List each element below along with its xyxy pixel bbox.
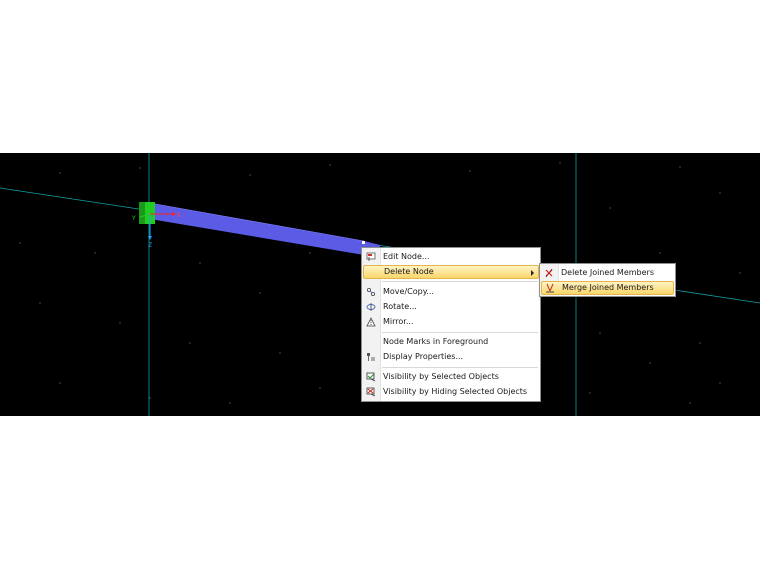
menu-item-label: Delete Node: [384, 267, 434, 276]
menu-item-label: Node Marks in Foreground: [383, 337, 489, 346]
menu-item-edit-node[interactable]: Edit Node...: [363, 250, 539, 264]
menu-separator: [382, 367, 538, 368]
menu-item-label: Move/Copy...: [383, 287, 434, 296]
menu-item-visibility-selected[interactable]: Visibility by Selected Objects: [363, 370, 539, 384]
delete-joined-members-icon: [545, 268, 553, 278]
delete-node-submenu: Delete Joined Members Merge Joined Membe…: [539, 263, 676, 297]
rotate-icon: [366, 303, 376, 311]
edit-node-icon: [366, 252, 376, 261]
menu-item-label: Delete Joined Members: [561, 268, 654, 277]
z-axis-label: Z: [148, 242, 152, 249]
submenu-arrow-icon: [531, 270, 534, 276]
x-axis-label: X: [177, 212, 181, 219]
menu-item-node-marks-foreground[interactable]: Node Marks in Foreground: [363, 335, 539, 349]
context-menu: Edit Node... Delete Node Move/Copy... Ro…: [361, 247, 541, 402]
menu-item-rotate[interactable]: Rotate...: [363, 300, 539, 314]
menu-item-label: Display Properties...: [383, 352, 464, 361]
menu-item-label: Visibility by Selected Objects: [383, 372, 499, 381]
support-shade: [139, 202, 145, 224]
node-marker[interactable]: [362, 241, 365, 244]
visibility-hiding-icon: [366, 387, 376, 397]
menu-separator: [382, 281, 538, 282]
menu-item-move-copy[interactable]: Move/Copy...: [363, 285, 539, 299]
visibility-selected-icon: [366, 372, 376, 382]
menu-item-label: Mirror...: [383, 317, 414, 326]
menu-separator: [382, 332, 538, 333]
menu-item-label: Rotate...: [383, 302, 417, 311]
mirror-icon: [366, 317, 376, 327]
y-axis-label: Y: [131, 215, 136, 222]
move-copy-icon: [366, 287, 376, 297]
beam-member[interactable]: [150, 203, 364, 255]
menu-item-label: Edit Node...: [383, 252, 430, 261]
menu-item-label: Visibility by Hiding Selected Objects: [383, 387, 528, 396]
menu-item-display-properties[interactable]: Display Properties...: [363, 350, 539, 364]
menu-item-delete-node[interactable]: Delete Node: [363, 265, 539, 279]
menu-item-visibility-hiding[interactable]: Visibility by Hiding Selected Objects: [363, 385, 539, 399]
menu-item-delete-joined-members[interactable]: Delete Joined Members: [541, 266, 674, 280]
menu-item-merge-joined-members[interactable]: Merge Joined Members: [541, 281, 674, 295]
menu-item-label: Merge Joined Members: [562, 283, 654, 292]
display-properties-icon: [367, 353, 375, 361]
menu-item-mirror[interactable]: Mirror...: [363, 315, 539, 329]
merge-joined-members-icon: [546, 283, 554, 293]
